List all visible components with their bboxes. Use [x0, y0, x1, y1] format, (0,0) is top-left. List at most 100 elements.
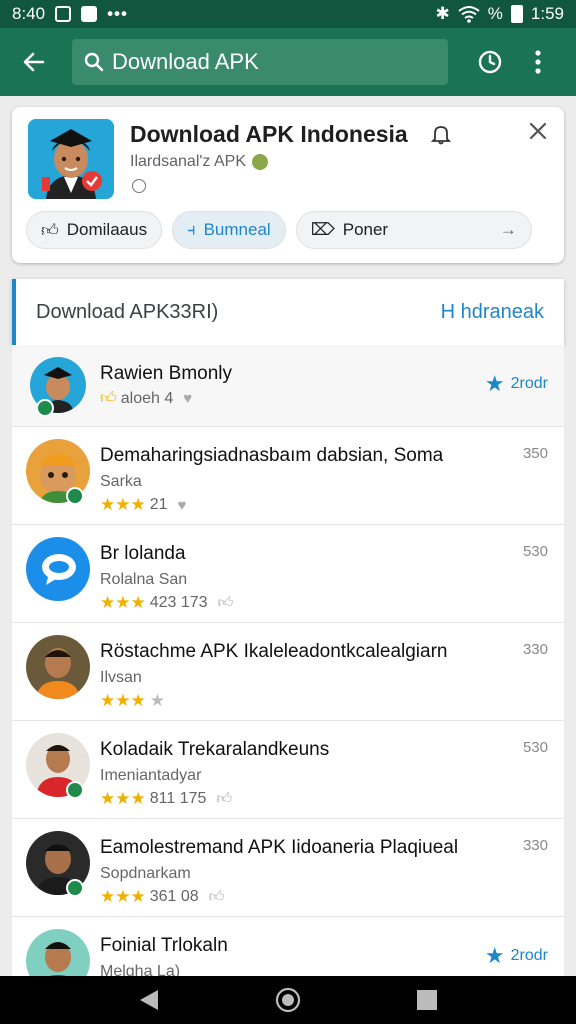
star-icon: ★★★ — [100, 887, 146, 906]
chip-filter[interactable]: ⫞ Bumneal — [172, 211, 286, 249]
results-list: Rawien Bmonly 👍︎ aloeh 4 ♥ ★ 2rodr Demah… — [12, 345, 564, 977]
item-meta: 👍︎ aloeh 4 ♥ — [100, 389, 192, 408]
item-rating-text: 2rodr — [510, 375, 548, 392]
verified-badge-icon — [66, 487, 84, 505]
list-item[interactable]: Röstachme APK Ikaleleadontkcalealgiarn I… — [12, 623, 564, 721]
item-meta-text: aloeh 4 — [120, 389, 174, 407]
more-notifications-icon: ••• — [107, 4, 128, 23]
thumbs-up-icon: 👍︎ — [41, 220, 59, 240]
list-item[interactable]: Demaharingsiadnasbaım dabsian, Soma Sark… — [12, 427, 564, 525]
thumbs-up-icon: 👍︎ — [208, 888, 225, 905]
search-query: Download APK — [112, 49, 259, 74]
item-count: 530 — [522, 543, 548, 560]
item-subtitle: Imeniantadyar — [100, 767, 202, 784]
app-icon[interactable] — [28, 119, 114, 199]
nav-recents-button[interactable] — [416, 989, 438, 1011]
document-icon — [81, 6, 98, 22]
action-chips: 👍︎ Domilaaus ⫞ Bumneal ⌦ Poner → — [26, 211, 532, 249]
list-item[interactable]: Rawien Bmonly 👍︎ aloeh 4 ♥ ★ 2rodr — [12, 345, 564, 427]
star-empty-icon: ★ — [149, 691, 165, 710]
app-mascot-icon — [28, 119, 114, 199]
item-subtitle: Sopdnarkam — [100, 865, 191, 882]
item-meta-text: 811 175 — [149, 790, 207, 807]
filter-label: Download APK33RI) — [36, 300, 219, 323]
item-count: 330 — [522, 837, 548, 854]
avatar — [26, 537, 90, 601]
item-rating: ★ 2rodr — [485, 943, 548, 969]
item-rating-text: 2rodr — [510, 947, 548, 964]
arrow-right-icon: → — [499, 220, 517, 239]
more-vert-icon — [535, 50, 541, 74]
heart-icon: ♥ — [177, 496, 187, 514]
close-icon[interactable] — [528, 121, 548, 146]
item-meta-text: 423 173 — [149, 594, 208, 611]
heart-icon: ♥ — [183, 390, 193, 407]
chip-download[interactable]: 👍︎ Domilaaus — [26, 211, 163, 249]
item-meta: ★★★ 361 08 👍︎ — [100, 887, 224, 907]
item-meta: ★★★ 21 ♥ — [100, 495, 186, 515]
bell-icon[interactable] — [430, 123, 452, 150]
item-count: 330 — [522, 641, 548, 658]
thumbs-up-icon: 👍︎ — [216, 790, 233, 807]
clock-icon — [478, 50, 502, 74]
app-developer: Ilardsanal'z APK — [130, 153, 269, 171]
status-time-left: 8:40 — [12, 4, 46, 23]
item-title: Eamolestremand APK Iidoaneria Plaqiueal — [100, 837, 459, 858]
tag-icon: ⌦ — [310, 220, 335, 239]
chip-label: Bumneal — [203, 220, 271, 239]
star-icon: ★★★ — [100, 495, 146, 514]
list-item[interactable]: Foinial Trlokaln Melgha La) ★ 2rodr — [12, 917, 564, 977]
app-bar: Download APK — [0, 28, 576, 96]
history-button[interactable] — [470, 40, 510, 84]
item-title: Br lolanda — [100, 543, 186, 564]
star-icon: ★ — [484, 371, 505, 396]
item-subtitle: Ilvsan — [100, 669, 142, 686]
item-rating: ★ 2rodr — [485, 371, 548, 397]
system-nav-bar — [0, 976, 576, 1024]
overflow-menu-button[interactable] — [526, 40, 550, 84]
star-icon: ★ — [484, 943, 505, 968]
item-title: Foinial Trlokaln — [100, 935, 228, 956]
info-icon[interactable] — [132, 179, 146, 193]
star-icon: ★★★ — [100, 593, 146, 612]
item-count: 350 — [522, 445, 548, 462]
list-item[interactable]: Koladaik Trekaralandkeuns Imeniantadyar … — [12, 721, 564, 819]
battery-icon — [510, 5, 523, 23]
item-meta: ★★★ 423 173 👍︎ — [100, 593, 233, 613]
bluetooth-icon: ✱ — [435, 4, 450, 23]
item-meta: ★★★ ★ — [100, 691, 169, 711]
verified-badge-icon — [66, 781, 84, 799]
list-item[interactable]: Br lolanda Rolalna San ★★★ 423 173 👍︎ 53… — [12, 525, 564, 623]
status-bar: 8:40 ••• ✱ % 1:59 — [0, 0, 576, 28]
avatar — [26, 929, 90, 977]
chip-share[interactable]: ⌦ Poner → — [295, 211, 532, 249]
app-title: Download APK Indonesia — [130, 121, 408, 147]
filter-bar[interactable]: Download APK33RI) H hdraneak — [12, 279, 564, 345]
avatar — [26, 635, 90, 699]
nav-back-button[interactable] — [138, 988, 160, 1012]
chip-label: Domilaaus — [66, 220, 148, 239]
wifi-icon — [458, 6, 480, 23]
status-time-right: 1:59 — [530, 4, 564, 23]
star-icon: ★★★ — [100, 789, 146, 808]
sliders-icon: ⫞ — [187, 220, 196, 239]
verified-badge-icon — [36, 399, 54, 417]
nav-home-button[interactable] — [275, 987, 301, 1013]
back-button[interactable] — [12, 40, 56, 84]
list-item[interactable]: Eamolestremand APK Iidoaneria Plaqiueal … — [12, 819, 564, 917]
filter-action-link[interactable]: H hdraneak — [441, 301, 544, 324]
thumbs-up-icon: 👍︎ — [217, 594, 234, 611]
battery-percent: % — [487, 4, 503, 23]
item-meta: ★★★ 811 175 👍︎ — [100, 789, 232, 809]
app-card: Download APK Indonesia Ilardsanal'z APK … — [12, 107, 564, 263]
item-title: Demaharingsiadnasbaım dabsian, Soma — [100, 445, 444, 466]
thumbs-up-icon: 👍︎ — [100, 390, 117, 407]
notification-icon — [55, 6, 72, 22]
item-title: Koladaik Trekaralandkeuns — [100, 739, 330, 760]
search-input[interactable]: Download APK — [72, 39, 448, 85]
item-title: Röstachme APK Ikaleleadontkcalealgiarn — [100, 641, 448, 662]
item-subtitle: Melgha La) — [100, 963, 181, 977]
item-meta-text: 21 — [149, 496, 168, 513]
arrow-left-icon — [23, 52, 45, 72]
item-title: Rawien Bmonly — [100, 363, 232, 384]
